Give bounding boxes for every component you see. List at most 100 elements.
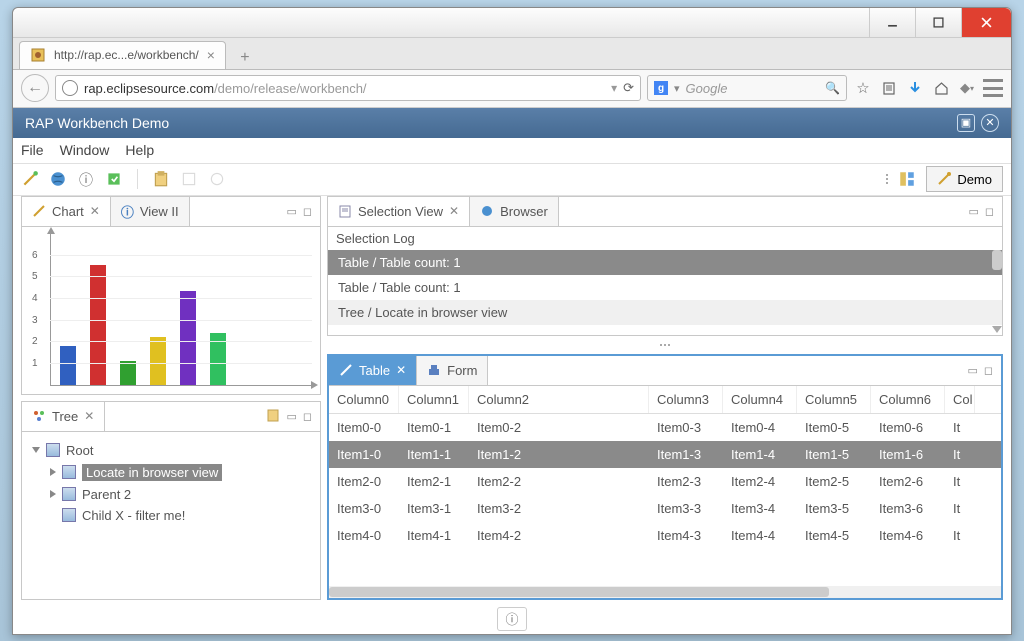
chart-bar xyxy=(180,291,196,384)
list-item[interactable]: Tree / Locate in browser view xyxy=(328,300,1002,325)
wand-icon[interactable] xyxy=(21,170,39,188)
scrollbar-thumb[interactable] xyxy=(992,250,1002,270)
minimize-button[interactable] xyxy=(869,8,915,37)
close-icon[interactable]: ✕ xyxy=(84,409,94,423)
tree-item[interactable]: Parent 2 xyxy=(30,484,312,505)
log-list[interactable]: Table / Table count: 1 Table / Table cou… xyxy=(328,250,1002,335)
dropdown-icon[interactable]: ▾ xyxy=(611,81,617,95)
maximize-view-icon[interactable]: ◻ xyxy=(303,410,312,423)
table-row[interactable]: Item4-0Item4-1Item4-2Item4-3Item4-4Item4… xyxy=(329,522,1001,549)
window-titlebar xyxy=(13,8,1011,38)
maximize-view-icon[interactable]: ◻ xyxy=(303,205,312,218)
tab-form[interactable]: Form xyxy=(417,356,488,385)
chart-canvas: 123456 xyxy=(22,227,320,394)
tab-view2[interactable]: ⓘ View II xyxy=(111,197,190,226)
search-input[interactable]: g ▾ Google 🔍 xyxy=(647,75,847,101)
column-header[interactable]: Column5 xyxy=(797,386,871,413)
table-header: Column0Column1Column2Column3Column4Colum… xyxy=(329,386,1001,414)
chart-bar xyxy=(150,337,166,385)
extension-icon[interactable]: ◆▾ xyxy=(957,78,977,98)
browser-tab[interactable]: http://rap.ec...e/workbench/ × xyxy=(19,41,226,69)
maximize-view-icon[interactable]: ◻ xyxy=(984,364,993,377)
reading-list-icon[interactable] xyxy=(879,78,899,98)
new-tab-button[interactable]: + xyxy=(234,47,256,69)
scroll-down-icon[interactable] xyxy=(992,326,1002,333)
table[interactable]: Column0Column1Column2Column3Column4Colum… xyxy=(329,386,1001,598)
tab-tree[interactable]: Tree ✕ xyxy=(22,402,105,431)
clipboard-icon[interactable] xyxy=(266,408,280,425)
close-icon[interactable]: ✕ xyxy=(449,204,459,218)
toolbar: ⓘ Demo xyxy=(13,164,1011,196)
demo-button[interactable]: Demo xyxy=(926,166,1003,192)
tree-view: Tree ✕ ▭ ◻ Root Locate in browser view Pa… xyxy=(21,401,321,600)
menu-button[interactable] xyxy=(983,78,1003,98)
column-header[interactable]: Column1 xyxy=(399,386,469,413)
list-item[interactable]: Table / Table count: 1 xyxy=(328,250,1002,275)
chart-bar xyxy=(60,346,76,385)
statusbar: ⓘ xyxy=(13,604,1011,634)
chart-bar xyxy=(120,361,136,385)
chart-view: Chart ✕ ⓘ View II ▭◻ 12 xyxy=(21,196,321,395)
column-header[interactable]: Column3 xyxy=(649,386,723,413)
menu-file[interactable]: File xyxy=(21,142,44,158)
reload-button[interactable]: ⟳ xyxy=(623,80,634,96)
minimize-view-icon[interactable]: ▭ xyxy=(968,205,978,218)
tab-browser[interactable]: Browser xyxy=(470,197,559,226)
page-icon xyxy=(30,47,46,63)
table-row[interactable]: Item2-0Item2-1Item2-2Item2-3Item2-4Item2… xyxy=(329,468,1001,495)
app-close-icon[interactable]: ✕ xyxy=(981,114,999,132)
globe-icon xyxy=(62,80,78,96)
table-row[interactable]: Item3-0Item3-1Item3-2Item3-3Item3-4Item3… xyxy=(329,495,1001,522)
tab-chart[interactable]: Chart ✕ xyxy=(22,197,111,226)
world-icon[interactable] xyxy=(49,170,67,188)
app-titlebar: RAP Workbench Demo ▣ ✕ xyxy=(13,108,1011,138)
close-button[interactable] xyxy=(961,8,1011,37)
maximize-view-icon[interactable]: ◻ xyxy=(985,205,994,218)
tab-table[interactable]: Table ✕ xyxy=(329,356,417,385)
downloads-icon[interactable] xyxy=(905,78,925,98)
minimize-view-icon[interactable]: ▭ xyxy=(286,205,296,218)
paste-icon[interactable] xyxy=(152,170,170,188)
browser-tab-strip: http://rap.ec...e/workbench/ × + xyxy=(13,38,1011,70)
home-icon[interactable] xyxy=(931,78,951,98)
address-bar: ← rap.eclipsesource.com/demo/release/wor… xyxy=(13,70,1011,108)
bookmark-star-icon[interactable]: ☆ xyxy=(853,78,873,98)
tab-close-icon[interactable]: × xyxy=(207,47,215,63)
search-icon[interactable]: 🔍 xyxy=(825,81,840,95)
maximize-button[interactable] xyxy=(915,8,961,37)
column-header[interactable]: Column4 xyxy=(723,386,797,413)
help-icon[interactable]: ⓘ xyxy=(77,170,95,188)
close-icon[interactable]: ✕ xyxy=(90,204,100,218)
table-view: Table ✕ Form ▭◻ Column0Column1Column2Col… xyxy=(327,354,1003,600)
tree-item[interactable]: Child X - filter me! xyxy=(30,505,312,526)
list-item[interactable]: Table / Table count: 1 xyxy=(328,275,1002,300)
column-header[interactable]: Column2 xyxy=(469,386,649,413)
menu-window[interactable]: Window xyxy=(60,142,110,158)
search-placeholder: Google xyxy=(686,81,728,96)
splitter[interactable] xyxy=(327,342,1003,348)
help-status-icon[interactable]: ⓘ xyxy=(497,607,527,631)
back-button[interactable]: ← xyxy=(21,74,49,102)
tab-selection-view[interactable]: Selection View ✕ xyxy=(328,197,470,226)
horizontal-scrollbar[interactable] xyxy=(329,586,1001,598)
google-icon: g xyxy=(654,81,668,95)
tree-root[interactable]: Root xyxy=(30,440,312,461)
restore-icon[interactable]: ▣ xyxy=(957,114,975,132)
refresh-icon[interactable] xyxy=(105,170,123,188)
minimize-view-icon[interactable]: ▭ xyxy=(286,410,296,423)
overflow-icon[interactable] xyxy=(886,174,888,184)
menu-help[interactable]: Help xyxy=(125,142,154,158)
minimize-view-icon[interactable]: ▭ xyxy=(967,364,977,377)
column-header[interactable]: Column0 xyxy=(329,386,399,413)
selection-log-label: Selection Log xyxy=(328,227,1002,250)
perspective-icon[interactable] xyxy=(898,170,916,188)
column-header[interactable]: Column6 xyxy=(871,386,945,413)
table-row[interactable]: Item0-0Item0-1Item0-2Item0-3Item0-4Item0… xyxy=(329,414,1001,441)
table-row[interactable]: Item1-0Item1-1Item1-2Item1-3Item1-4Item1… xyxy=(329,441,1001,468)
column-header[interactable]: Col xyxy=(945,386,975,413)
tree-item[interactable]: Locate in browser view xyxy=(30,461,312,484)
workbench: RAP Workbench Demo ▣ ✕ File Window Help … xyxy=(13,108,1011,634)
url-text: rap.eclipsesource.com/demo/release/workb… xyxy=(84,81,605,96)
close-icon[interactable]: ✕ xyxy=(396,363,406,377)
url-input[interactable]: rap.eclipsesource.com/demo/release/workb… xyxy=(55,75,641,101)
